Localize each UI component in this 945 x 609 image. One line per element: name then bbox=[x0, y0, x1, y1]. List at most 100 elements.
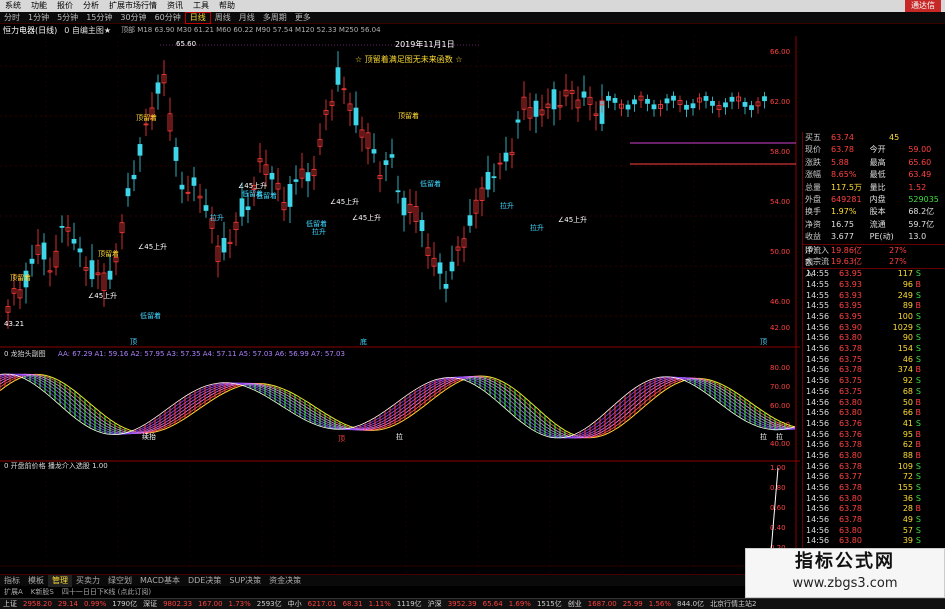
menu-item-6[interactable]: 工具 bbox=[188, 0, 214, 12]
tick-volume: 28 bbox=[902, 504, 913, 514]
tick-volume: 90 bbox=[902, 333, 913, 343]
candle-body bbox=[515, 119, 521, 123]
tick-price: 63.78 bbox=[839, 483, 862, 493]
candle-body bbox=[77, 248, 83, 253]
tick-time: 14:56 bbox=[806, 397, 830, 407]
brand-button[interactable]: 通达信 bbox=[905, 0, 941, 12]
tick-time: 14:56 bbox=[806, 418, 830, 428]
period-tab-8[interactable]: 月线 bbox=[235, 12, 259, 24]
tick-price: 63.80 bbox=[839, 333, 862, 343]
indicator-tab-0[interactable]: 指标 bbox=[0, 575, 24, 587]
chart-name[interactable]: 0 自编主图★ bbox=[60, 25, 115, 36]
period-tab-4[interactable]: 30分钟 bbox=[116, 12, 150, 24]
status-item: 6217.01 bbox=[307, 600, 337, 608]
period-tab-3[interactable]: 15分钟 bbox=[82, 12, 116, 24]
candle-body bbox=[503, 152, 509, 162]
candle-body bbox=[606, 95, 611, 101]
menu-item-3[interactable]: 分析 bbox=[78, 0, 104, 12]
oscillator-label: 拉 bbox=[396, 432, 403, 441]
indicator-tab-2[interactable]: 管理 bbox=[48, 574, 72, 587]
period-tab-1[interactable]: 1分钟 bbox=[24, 12, 53, 24]
tick-row: 14:56 63.78 374 B bbox=[803, 365, 945, 376]
extension-tab-0[interactable]: 扩展A bbox=[0, 587, 27, 597]
chart-annotation: 顶留着 bbox=[98, 249, 119, 258]
candle-body bbox=[155, 82, 161, 94]
candle-body bbox=[449, 261, 455, 272]
tick-price: 63.80 bbox=[839, 493, 862, 503]
extension-tab-2[interactable]: 四十一日日下K线 (点此订阅) bbox=[58, 587, 155, 597]
menu-item-4[interactable]: 扩展市场行情 bbox=[104, 0, 162, 12]
tick-side: B bbox=[915, 504, 922, 514]
candle-body bbox=[41, 242, 47, 260]
menu-item-2[interactable]: 报价 bbox=[52, 0, 78, 12]
candle-body bbox=[485, 171, 491, 190]
candle-body bbox=[395, 190, 401, 193]
period-tab-6[interactable]: 日线 bbox=[184, 11, 211, 24]
oscillator-marker: 顶 bbox=[338, 435, 345, 443]
candle-body bbox=[221, 237, 227, 253]
status-item: 25.99 bbox=[622, 600, 643, 608]
period-tab-7[interactable]: 周线 bbox=[211, 12, 235, 24]
star-note: ☆ 顶留着满足图无未来函数 ☆ bbox=[355, 54, 462, 64]
price-axis-label: 66.00 bbox=[770, 48, 790, 56]
tick-row: 14:56 63.78 28 B bbox=[803, 504, 945, 515]
quote-value: 16.75 bbox=[831, 219, 854, 229]
indicator2-axis-label: 0.80 bbox=[770, 484, 786, 492]
candle-body bbox=[710, 100, 715, 106]
candle-body bbox=[632, 99, 637, 105]
indicator-values: AA: 67.29 A1: 59.16 A2: 57.95 A3: 57.35 … bbox=[58, 350, 345, 358]
chart-annotation: 低留着 bbox=[306, 219, 327, 228]
status-item: 上证 bbox=[3, 600, 17, 608]
tick-side: S bbox=[915, 515, 921, 525]
tick-time: 14:56 bbox=[806, 365, 830, 375]
quote-label: 最低 bbox=[869, 170, 886, 180]
tick-volume: 95 bbox=[902, 429, 913, 439]
quote-value: 1.52 bbox=[908, 182, 927, 192]
tick-time: 14:56 bbox=[806, 536, 830, 546]
tick-side: B bbox=[915, 450, 922, 460]
menu-item-5[interactable]: 资讯 bbox=[162, 0, 188, 12]
period-tab-2[interactable]: 5分钟 bbox=[53, 12, 82, 24]
status-item: 29.14 bbox=[57, 600, 78, 608]
period-tab-0[interactable]: 分时 bbox=[0, 12, 24, 24]
extension-tab-1[interactable]: K新股S bbox=[27, 587, 58, 597]
indicator-tab-7[interactable]: SUP决策 bbox=[225, 575, 265, 587]
indicator-tab-6[interactable]: DDE决策 bbox=[184, 575, 225, 587]
candle-body bbox=[419, 220, 425, 232]
tick-volume: 155 bbox=[897, 483, 913, 493]
period-tab-10[interactable]: 更多 bbox=[291, 12, 315, 24]
status-item: 844.0亿 bbox=[677, 600, 705, 608]
tick-volume: 92 bbox=[902, 376, 913, 386]
indicator-tab-3[interactable]: 买卖力 bbox=[72, 575, 104, 587]
tick-volume: 117 bbox=[897, 269, 913, 279]
menu-item-0[interactable]: 系统 bbox=[0, 0, 26, 12]
indicator-tab-8[interactable]: 资金决策 bbox=[265, 575, 305, 587]
indicator-tab-4[interactable]: 绿空划 bbox=[104, 575, 136, 587]
quote-value: 529035 bbox=[908, 194, 939, 204]
tick-time: 14:56 bbox=[806, 461, 830, 471]
quote-row: 总量 117.5万 量比 1.52 bbox=[803, 182, 945, 194]
status-item: 1119亿 bbox=[396, 600, 422, 608]
candle-body bbox=[173, 147, 179, 161]
indicator-tab-5[interactable]: MACD基本 bbox=[136, 575, 184, 587]
quote-value: 649281 bbox=[831, 194, 862, 204]
oscillator-line bbox=[0, 373, 796, 439]
tick-price: 63.90 bbox=[839, 322, 862, 332]
tick-volume: 100 bbox=[897, 312, 913, 322]
period-tab-9[interactable]: 多周期 bbox=[259, 12, 291, 24]
tick-row: 14:56 63.76 95 B bbox=[803, 430, 945, 441]
tick-row: 14:56 63.77 72 S bbox=[803, 472, 945, 483]
quote-row: 收益(0) 3.677 PE(动) 13.0 bbox=[803, 231, 945, 253]
low-label: 43.21 bbox=[4, 320, 24, 328]
index-status-bar: 上证 2958.20 29.14 0.99% 1790亿 深证 9802.33 167.00 1… bbox=[0, 598, 945, 609]
menu-item-7[interactable]: 帮助 bbox=[214, 0, 240, 12]
quote-value: 5.88 bbox=[831, 157, 849, 167]
site-watermark: 指标公式网 www.zbgs3.com bbox=[745, 548, 945, 598]
tick-price: 63.93 bbox=[839, 290, 862, 300]
candle-body bbox=[437, 262, 443, 274]
quote-label: PE(动) bbox=[869, 232, 894, 242]
period-tab-5[interactable]: 60分钟 bbox=[151, 12, 185, 24]
menu-item-1[interactable]: 功能 bbox=[26, 0, 52, 12]
indicator-tab-1[interactable]: 模板 bbox=[24, 575, 48, 587]
chart-area[interactable]: 66.00 62.00 58.00 54.00 50.00 46.00 42.00 2019年… bbox=[0, 36, 800, 574]
